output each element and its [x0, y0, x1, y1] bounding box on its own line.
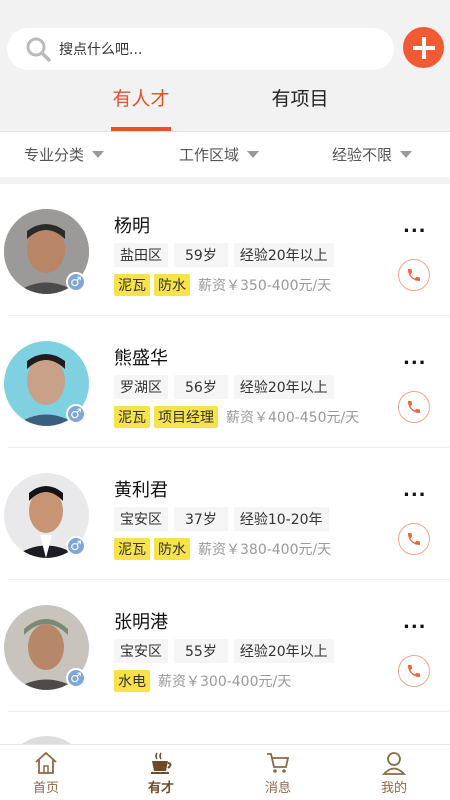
person-meta: 盐田区 59岁 经验20年以上: [114, 243, 340, 267]
age: 55岁: [174, 639, 228, 663]
district: 宝安区: [114, 639, 168, 663]
caret-down-icon: [92, 151, 105, 158]
tab-talent[interactable]: 有人才: [111, 84, 171, 130]
male-icon: ♂: [66, 536, 86, 556]
person-meta: 罗湖区 56岁 经验20年以上: [114, 375, 340, 399]
phone-button[interactable]: [398, 655, 430, 687]
skill-tag: 水电: [114, 670, 150, 692]
filter-area[interactable]: 工作区域: [179, 144, 260, 165]
nav-talent-label: 有才: [147, 781, 174, 796]
phone-icon: [408, 533, 420, 545]
male-icon: ♂: [66, 404, 86, 424]
cart-icon: [267, 753, 290, 773]
salary: 薪资￥380-400元/天: [198, 542, 332, 558]
search-icon: [26, 37, 51, 62]
person-meta: 宝安区 55岁 经验20年以上: [114, 639, 340, 663]
person-name: 黄利君: [114, 480, 168, 501]
filter-category[interactable]: 专业分类: [24, 144, 105, 165]
more-options-icon[interactable]: ...: [403, 348, 427, 369]
nav-messages[interactable]: 消息: [248, 751, 308, 796]
person-meta: 宝安区 37岁 经验10-20年: [114, 507, 335, 531]
skill-tags: 泥瓦 项目经理 薪资￥400-450元/天: [114, 406, 359, 428]
person-name: 熊盛华: [114, 348, 168, 369]
skill-tag: 防水: [154, 274, 190, 296]
experience: 经验20年以上: [233, 243, 334, 267]
filter-experience[interactable]: 经验不限: [332, 144, 413, 165]
male-icon: ♂: [66, 668, 86, 688]
bottom-nav: 首页 有才 消息 我的: [0, 744, 450, 800]
phone-button[interactable]: [398, 259, 430, 291]
nav-home[interactable]: 首页: [16, 751, 76, 796]
more-options-icon[interactable]: ...: [403, 216, 427, 237]
search-placeholder: 搜点什么吧...: [59, 42, 143, 58]
skill-tag: 防水: [154, 538, 190, 560]
phone-icon: [408, 269, 420, 281]
coffee-icon: [151, 752, 172, 774]
phone-button[interactable]: [398, 523, 430, 555]
list-item[interactable]: ♂ 张明港 宝安区 55岁 经验20年以上 水电 薪资￥300-400元/天 .…: [0, 580, 450, 712]
age: 59岁: [174, 243, 228, 267]
talent-list: ♂ 杨明 盐田区 59岁 经验20年以上 泥瓦 防水 薪资￥350-400元/天…: [0, 184, 450, 744]
list-item[interactable]: ♂ 杨明 盐田区 59岁 经验20年以上 泥瓦 防水 薪资￥350-400元/天…: [0, 184, 450, 316]
skill-tags: 泥瓦 防水 薪资￥380-400元/天: [114, 538, 331, 560]
caret-down-icon: [400, 151, 413, 158]
list-item[interactable]: ♂ 熊盛华 罗湖区 56岁 经验20年以上 泥瓦 项目经理 薪资￥400-450…: [0, 316, 450, 448]
nav-profile[interactable]: 我的: [364, 751, 424, 796]
list-item[interactable]: [0, 712, 450, 744]
male-icon: ♂: [66, 272, 86, 292]
user-icon: [381, 752, 407, 775]
filter-experience-label: 经验不限: [332, 146, 393, 164]
skill-tag: 泥瓦: [114, 538, 150, 560]
salary: 薪资￥300-400元/天: [158, 674, 292, 690]
list-item[interactable]: ♂ 黄利君 宝安区 37岁 经验10-20年 泥瓦 防水 薪资￥380-400元…: [0, 448, 450, 580]
nav-messages-label: 消息: [264, 781, 291, 796]
age: 56岁: [174, 375, 228, 399]
nav-home-label: 首页: [32, 781, 59, 796]
salary: 薪资￥350-400元/天: [198, 278, 332, 294]
avatar: [4, 736, 89, 744]
experience: 经验10-20年: [233, 507, 329, 531]
skill-tags: 泥瓦 防水 薪资￥350-400元/天: [114, 274, 331, 296]
filter-category-label: 专业分类: [24, 146, 85, 164]
add-button[interactable]: [403, 27, 444, 68]
filter-area-label: 工作区域: [179, 146, 240, 164]
nav-talent[interactable]: 有才: [131, 751, 191, 796]
phone-button[interactable]: [398, 391, 430, 423]
district: 盐田区: [114, 243, 168, 267]
search-input[interactable]: 搜点什么吧...: [7, 28, 394, 70]
phone-icon: [408, 665, 420, 677]
skill-tags: 水电 薪资￥300-400元/天: [114, 670, 291, 692]
experience: 经验20年以上: [233, 639, 334, 663]
caret-down-icon: [247, 151, 260, 158]
salary: 薪资￥400-450元/天: [226, 410, 360, 426]
more-options-icon[interactable]: ...: [403, 480, 427, 501]
experience: 经验20年以上: [233, 375, 334, 399]
district: 宝安区: [114, 507, 168, 531]
more-options-icon[interactable]: ...: [403, 612, 427, 633]
person-name: 杨明: [114, 216, 150, 237]
district: 罗湖区: [114, 375, 168, 399]
phone-icon: [408, 401, 420, 413]
tab-projects[interactable]: 有项目: [268, 84, 332, 130]
nav-profile-label: 我的: [380, 781, 407, 796]
skill-tag: 泥瓦: [114, 406, 150, 428]
plus-icon: [412, 36, 435, 59]
filter-bar: 专业分类 工作区域 经验不限: [0, 131, 450, 177]
tab-bar: 有人才 有项目: [0, 84, 450, 130]
skill-tag: 项目经理: [154, 406, 218, 428]
person-name: 张明港: [114, 612, 168, 633]
home-icon: [35, 751, 57, 774]
age: 37岁: [174, 507, 228, 531]
skill-tag: 泥瓦: [114, 274, 150, 296]
